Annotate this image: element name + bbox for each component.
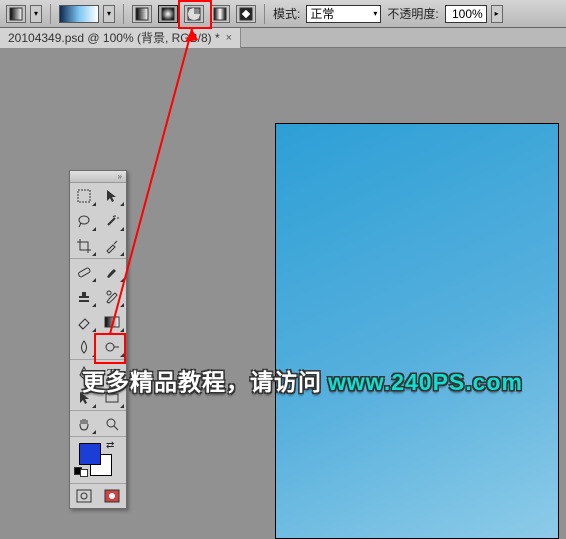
hand-icon bbox=[76, 416, 92, 432]
dodge-tool[interactable] bbox=[98, 334, 126, 359]
reflected-gradient-button[interactable] bbox=[210, 5, 230, 23]
opacity-label: 不透明度: bbox=[387, 5, 438, 22]
eyedropper-icon bbox=[104, 238, 120, 254]
document-canvas[interactable] bbox=[275, 123, 559, 539]
gradient-picker-dropdown[interactable]: ▾ bbox=[103, 5, 115, 23]
blur-tool[interactable] bbox=[70, 334, 98, 359]
marquee-icon bbox=[76, 188, 92, 204]
wand-icon bbox=[104, 213, 120, 229]
gradient-tool-icon bbox=[104, 314, 120, 330]
drop-icon bbox=[76, 339, 92, 355]
separator bbox=[264, 4, 265, 24]
dodge-icon bbox=[104, 339, 120, 355]
tool-preset-button[interactable] bbox=[6, 5, 26, 23]
blend-mode-select[interactable]: 正常 ▾ bbox=[306, 5, 381, 23]
lasso-icon bbox=[76, 213, 92, 229]
radial-gradient-button[interactable] bbox=[158, 5, 178, 23]
magic-wand-tool[interactable] bbox=[98, 208, 126, 233]
swap-colors-icon[interactable]: ⇄ bbox=[106, 440, 114, 451]
diamond-gradient-icon bbox=[239, 7, 253, 21]
gradient-tool[interactable] bbox=[98, 309, 126, 334]
marquee-tool[interactable] bbox=[70, 183, 98, 208]
radial-gradient-icon bbox=[161, 7, 175, 21]
foreground-color-swatch[interactable] bbox=[79, 443, 101, 465]
tool-grid: T ⇄ bbox=[70, 183, 126, 508]
angle-gradient-icon bbox=[187, 7, 201, 21]
tool-panel: » bbox=[69, 170, 127, 509]
move-icon bbox=[104, 188, 120, 204]
gradient-preview-swatch[interactable] bbox=[59, 5, 99, 23]
standard-mode-icon bbox=[76, 489, 92, 503]
hand-tool[interactable] bbox=[70, 411, 98, 436]
watermark-url: www.240PS.com bbox=[328, 369, 523, 396]
zoom-tool[interactable] bbox=[98, 411, 126, 436]
opacity-dropdown[interactable]: ▸ bbox=[491, 5, 503, 23]
document-title: 20104349.psd @ 100% (背景, RGB/8) * bbox=[8, 29, 220, 46]
reflected-gradient-icon bbox=[213, 7, 227, 21]
eyedropper-tool[interactable] bbox=[98, 233, 126, 258]
close-icon[interactable]: × bbox=[226, 32, 232, 44]
zoom-icon bbox=[104, 416, 120, 432]
blend-mode-value: 正常 bbox=[310, 5, 334, 22]
healing-brush-tool[interactable] bbox=[70, 259, 98, 284]
color-swatch-group: ⇄ bbox=[70, 437, 126, 483]
brush-tool[interactable] bbox=[98, 259, 126, 284]
document-tab[interactable]: 20104349.psd @ 100% (背景, RGB/8) * × bbox=[0, 28, 241, 48]
watermark-text: 更多精品教程，请访问 www.240PS.com bbox=[82, 363, 523, 397]
bandage-icon bbox=[76, 264, 92, 280]
diamond-gradient-button[interactable] bbox=[236, 5, 256, 23]
angle-gradient-button[interactable] bbox=[184, 5, 204, 23]
opacity-value: 100% bbox=[452, 7, 483, 21]
lasso-tool[interactable] bbox=[70, 208, 98, 233]
stamp-icon bbox=[76, 289, 92, 305]
history-brush-tool[interactable] bbox=[98, 284, 126, 309]
panel-grip[interactable]: » bbox=[70, 171, 126, 183]
history-brush-icon bbox=[104, 289, 120, 305]
crop-icon bbox=[76, 238, 92, 254]
linear-gradient-icon bbox=[135, 7, 149, 21]
document-tab-bar: 20104349.psd @ 100% (背景, RGB/8) * × bbox=[0, 28, 566, 48]
options-bar: ▾ ▾ 模式: 正常 ▾ 不透明度: 100% ▸ bbox=[0, 0, 566, 28]
standard-mode-button[interactable] bbox=[70, 484, 98, 508]
linear-gradient-button[interactable] bbox=[132, 5, 152, 23]
clone-stamp-tool[interactable] bbox=[70, 284, 98, 309]
move-tool[interactable] bbox=[98, 183, 126, 208]
crop-tool[interactable] bbox=[70, 233, 98, 258]
opacity-input[interactable]: 100% bbox=[445, 5, 487, 23]
blend-mode-label: 模式: bbox=[273, 5, 300, 22]
chevron-down-icon: ▾ bbox=[373, 9, 377, 18]
watermark-cn: 更多精品教程，请访问 bbox=[82, 363, 322, 397]
tool-preset-dropdown[interactable]: ▾ bbox=[30, 5, 42, 23]
brush-icon bbox=[104, 264, 120, 280]
eraser-tool[interactable] bbox=[70, 309, 98, 334]
separator bbox=[50, 4, 51, 24]
quick-mask-icon bbox=[104, 489, 120, 503]
separator bbox=[123, 4, 124, 24]
eraser-icon bbox=[76, 314, 92, 330]
default-colors-icon[interactable] bbox=[74, 467, 88, 477]
gradient-preset-icon bbox=[9, 7, 23, 21]
quick-mask-button[interactable] bbox=[98, 484, 126, 508]
